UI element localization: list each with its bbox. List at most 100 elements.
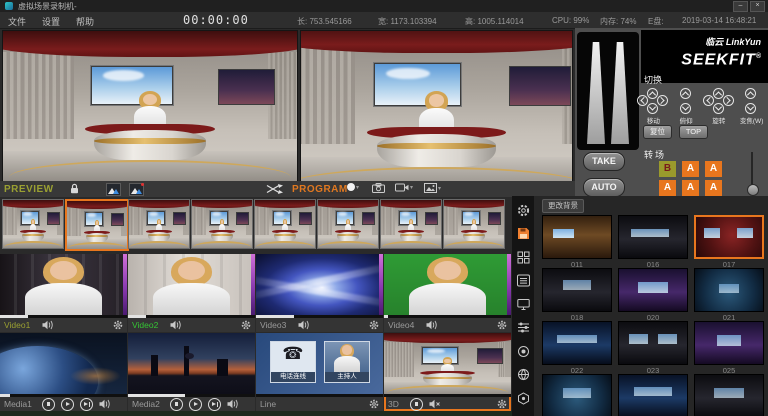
lock-icon[interactable]: [70, 183, 79, 194]
gear-icon[interactable]: [497, 399, 507, 409]
scene-thumbnail-7[interactable]: [380, 199, 442, 249]
menu-help[interactable]: 帮助: [76, 15, 94, 28]
move-up-button[interactable]: [647, 88, 658, 99]
pitch-up-button[interactable]: [680, 88, 691, 99]
minimize-button[interactable]: –: [733, 1, 748, 12]
source-cell-3d-scene[interactable]: 3D: [384, 333, 511, 411]
plugin-icon[interactable]: [516, 391, 530, 405]
rotate-up-button[interactable]: [713, 88, 724, 99]
scene-thumbnail-3[interactable]: [128, 199, 190, 249]
scene-thumbnail-4[interactable]: [191, 199, 253, 249]
save-icon[interactable]: [516, 227, 530, 241]
play-button[interactable]: [61, 398, 74, 411]
stop-button[interactable]: [410, 398, 423, 411]
network-globe-icon[interactable]: [516, 368, 530, 382]
snapshot-camera-icon[interactable]: [372, 183, 385, 193]
scene-thumbnail-5[interactable]: [254, 199, 316, 249]
browser-item[interactable]: 020: [618, 268, 688, 322]
browser-item-selected[interactable]: 017: [694, 215, 764, 269]
source-cell-media1[interactable]: Media1: [0, 333, 127, 411]
swap-preview-program-icon[interactable]: [266, 184, 284, 194]
browser-item[interactable]: [542, 374, 612, 416]
phone-call-option[interactable]: ☎ 电话连线: [270, 341, 316, 383]
stop-button[interactable]: [42, 398, 55, 411]
transition-tile-a3[interactable]: A: [659, 180, 676, 196]
scene-edit-alt-icon[interactable]: [129, 183, 144, 196]
scene-thumbnail-6[interactable]: [317, 199, 379, 249]
browser-item[interactable]: 021: [694, 268, 764, 322]
stop-button[interactable]: [170, 398, 183, 411]
transition-tile-a5[interactable]: A: [705, 180, 722, 196]
transition-tile-b[interactable]: B: [659, 161, 676, 177]
reset-button[interactable]: 复位: [643, 125, 672, 139]
gear-icon[interactable]: [369, 320, 379, 330]
record-button[interactable]: ▾: [347, 183, 359, 191]
speaker-icon[interactable]: [426, 320, 438, 330]
video-capture-icon[interactable]: ▾: [395, 183, 413, 192]
tune-sliders-icon[interactable]: [516, 321, 530, 335]
display-icon[interactable]: [516, 297, 530, 311]
layout-grid-icon[interactable]: [516, 250, 530, 264]
gear-icon[interactable]: [369, 399, 379, 409]
playlist-icon[interactable]: [516, 274, 530, 288]
pitch-down-button[interactable]: [680, 103, 691, 114]
browser-item[interactable]: [694, 374, 764, 416]
transition-speed-knob[interactable]: [747, 184, 759, 196]
move-right-button[interactable]: [657, 95, 668, 106]
move-left-button[interactable]: [637, 95, 648, 106]
switcher-control-panel: 临云 LinkYun SEEKFIT® 切换 移动 俯仰 旋转 变: [575, 28, 768, 198]
transition-tile-a2[interactable]: A: [705, 161, 722, 177]
scene-thumbnail-2-selected[interactable]: [65, 199, 129, 251]
source-cell-video3[interactable]: Video3: [256, 254, 383, 332]
source-cell-video1[interactable]: Video1: [0, 254, 127, 332]
speaker-icon[interactable]: [99, 399, 111, 409]
source-cell-line[interactable]: ☎ 电话连线 主持人 Line: [256, 333, 383, 411]
gear-icon[interactable]: [241, 320, 251, 330]
browser-item[interactable]: 023: [618, 321, 688, 375]
speaker-muted-icon[interactable]: [429, 399, 441, 409]
top-view-button[interactable]: TOP: [679, 125, 708, 139]
speaker-icon[interactable]: [42, 320, 54, 330]
auto-button[interactable]: AUTO: [583, 178, 625, 197]
play-button[interactable]: [189, 398, 202, 411]
image-output-icon[interactable]: ▾: [424, 183, 441, 193]
t-bar-handle-right[interactable]: [611, 42, 629, 144]
source-cell-video4[interactable]: Video4: [384, 254, 511, 332]
settings-gear-icon[interactable]: [516, 203, 530, 217]
menu-settings[interactable]: 设置: [42, 15, 60, 28]
browser-item[interactable]: [618, 374, 688, 416]
host-option[interactable]: 主持人: [324, 341, 370, 383]
next-button[interactable]: [208, 398, 221, 411]
rotate-left-button[interactable]: [703, 95, 714, 106]
scene-edit-icon[interactable]: [106, 183, 121, 196]
record-source-icon[interactable]: [516, 344, 530, 358]
speaker-icon[interactable]: [170, 320, 182, 330]
browser-item[interactable]: 011: [542, 215, 612, 269]
speaker-icon[interactable]: [227, 399, 239, 409]
scene-thumbnail-8[interactable]: [443, 199, 505, 249]
rotate-down-button[interactable]: [713, 103, 724, 114]
change-background-button[interactable]: 更改背景: [542, 199, 584, 213]
speaker-icon[interactable]: [298, 320, 310, 330]
menu-file[interactable]: 文件: [8, 15, 26, 28]
t-bar-handle-left[interactable]: [587, 42, 605, 144]
source-cell-video2[interactable]: Video2: [128, 254, 255, 332]
browser-item[interactable]: 016: [618, 215, 688, 269]
gear-icon[interactable]: [497, 320, 507, 330]
rotate-right-button[interactable]: [723, 95, 734, 106]
scene-thumbnail-1[interactable]: [2, 199, 64, 249]
move-down-button[interactable]: [647, 103, 658, 114]
zoom-out-button[interactable]: [745, 103, 756, 114]
t-bar[interactable]: [577, 32, 639, 150]
zoom-in-button[interactable]: [745, 88, 756, 99]
transition-tile-a1[interactable]: A: [682, 161, 699, 177]
transition-tile-a4[interactable]: A: [682, 180, 699, 196]
browser-item[interactable]: 022: [542, 321, 612, 375]
close-button[interactable]: ×: [750, 1, 765, 12]
browser-item[interactable]: 025: [694, 321, 764, 375]
browser-item[interactable]: 018: [542, 268, 612, 322]
take-button[interactable]: TAKE: [583, 152, 625, 171]
next-button[interactable]: [80, 398, 93, 411]
source-cell-media2[interactable]: Media2: [128, 333, 255, 411]
gear-icon[interactable]: [113, 320, 123, 330]
